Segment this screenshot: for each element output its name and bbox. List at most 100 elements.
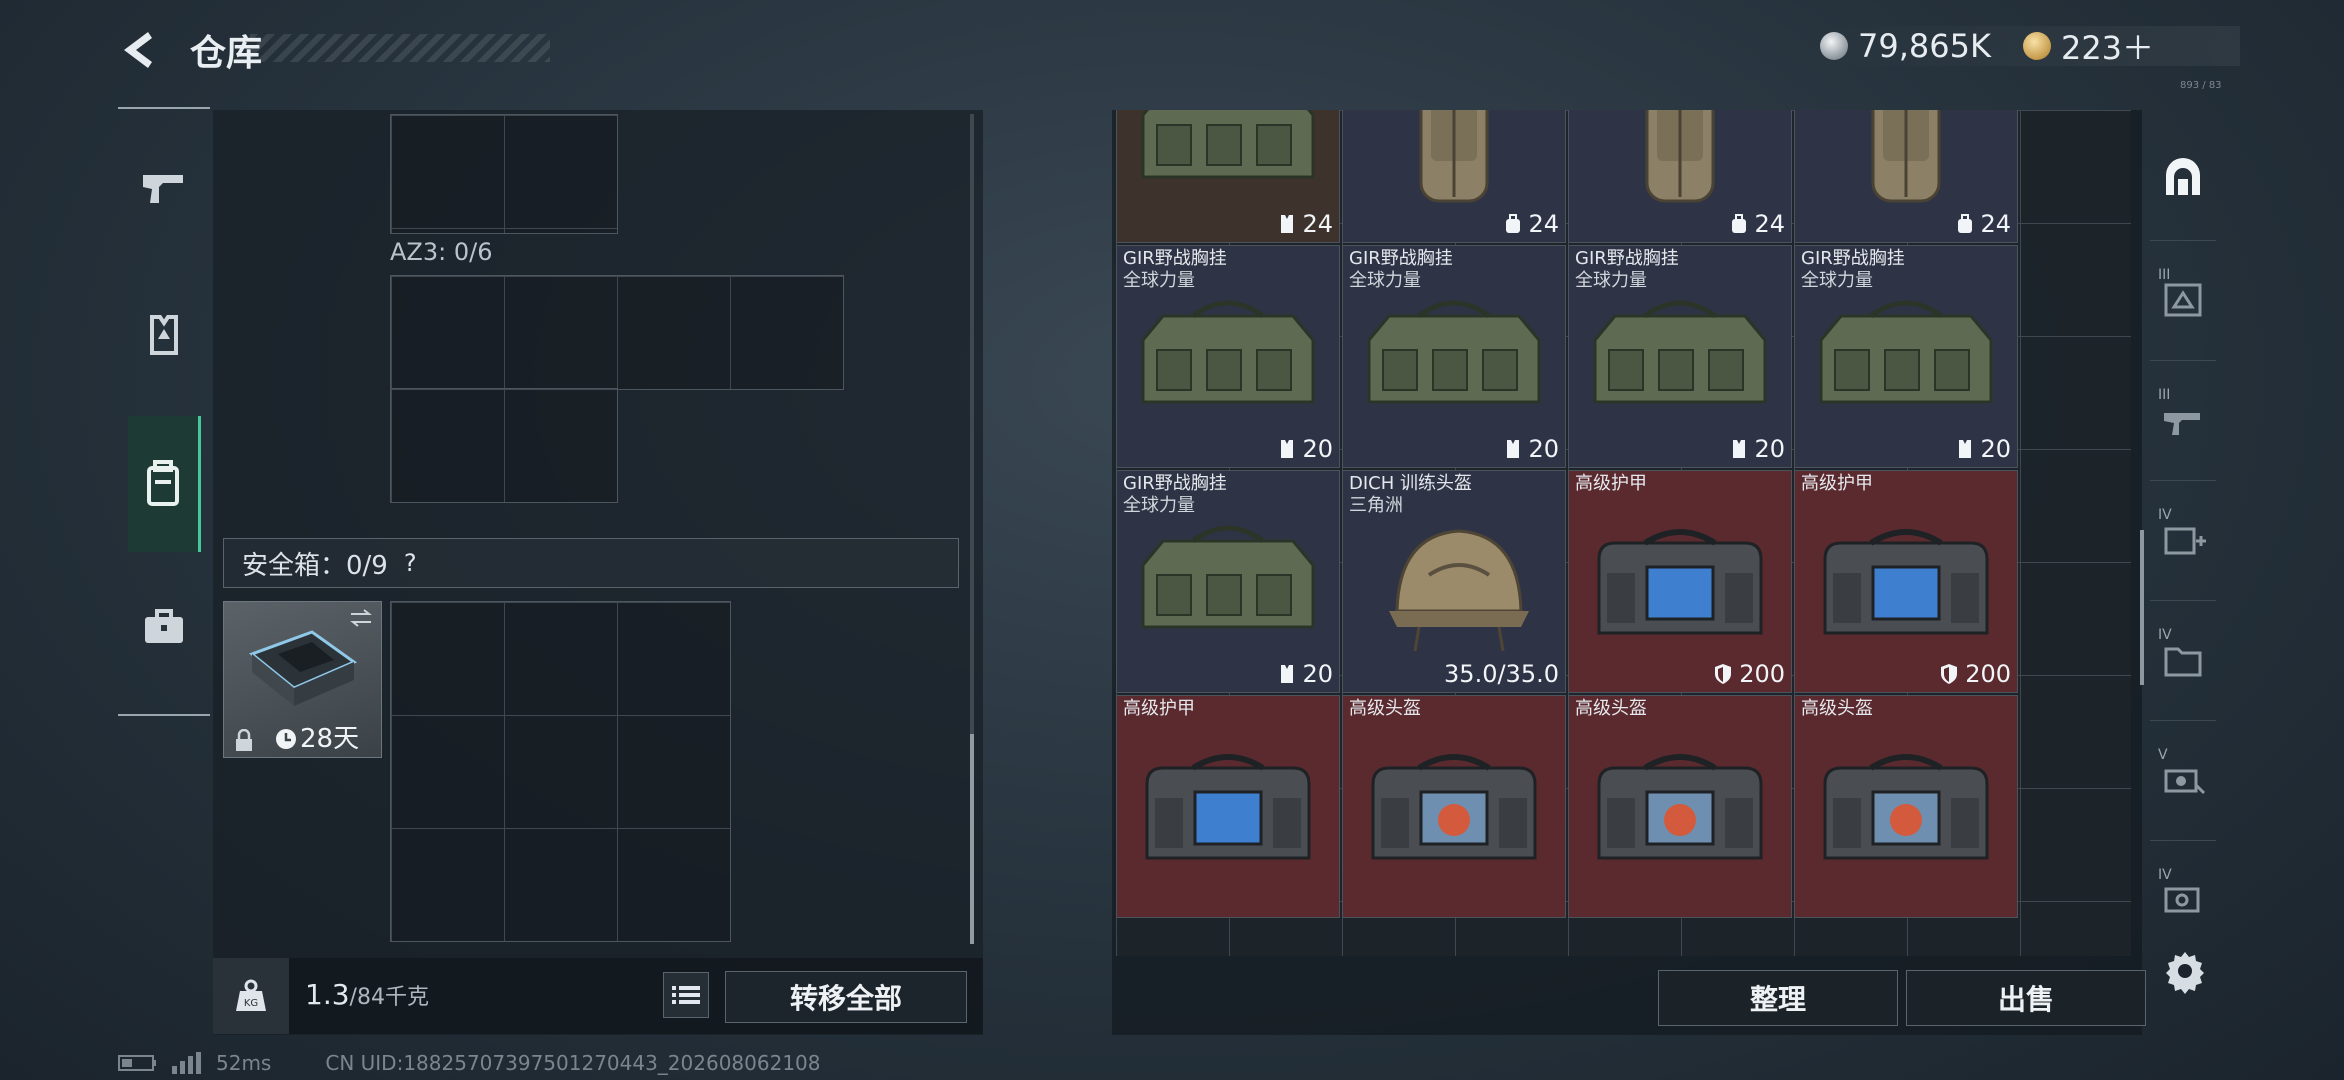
gold-currency-value[interactable]: 223＋: [2061, 23, 2154, 69]
status-bar: 52ms CN UID:18825707397501270443_2026080…: [118, 1050, 821, 1076]
vest-icon: [1281, 440, 1294, 458]
clock-icon: [276, 729, 296, 749]
inventory-item[interactable]: 高级护甲 200: [1794, 470, 2018, 693]
item-stat-value: 24: [1302, 210, 1333, 238]
vest-icon: [1507, 440, 1520, 458]
inventory-item[interactable]: GIR野战胸挂 全球力量 20: [1116, 470, 1340, 693]
right-nav-medical-category[interactable]: IV: [2148, 505, 2218, 575]
right-nav-ammo-category[interactable]: V: [2148, 745, 2218, 815]
item-image: [1141, 110, 1315, 179]
safe-help-button[interactable]: ?: [404, 549, 417, 577]
item-stat: 20: [1278, 660, 1333, 688]
item-name: 高级头盔: [1349, 698, 1421, 719]
ping-value: 52ms: [216, 1051, 272, 1075]
nav-separator: [2150, 720, 2216, 721]
item-stat-value: 35.0/35.0: [1444, 660, 1559, 688]
currency-bar: 79,865K 223＋: [1820, 23, 2240, 69]
safe-box-grid[interactable]: [390, 601, 731, 942]
backpack-small-icon: [1958, 214, 1973, 233]
title-decoration: [250, 34, 550, 62]
item-image: [1823, 529, 1989, 635]
nav-separator: [2150, 360, 2216, 361]
shield-icon: [1941, 664, 1958, 684]
safe-box-item[interactable]: 28天: [223, 601, 382, 758]
inventory-item[interactable]: 高级头盔: [1342, 695, 1566, 918]
weight-icon: KG: [236, 979, 266, 1011]
briefcase-icon: [145, 609, 183, 643]
nav-separator: [2150, 240, 2216, 241]
safe-box-label: 安全箱：0/9: [242, 550, 388, 581]
container-grid-top[interactable]: [390, 114, 618, 234]
right-nav-folder-category[interactable]: IV: [2148, 625, 2218, 695]
safe-box-header: 安全箱：0/9 ?: [223, 538, 959, 588]
inventory-scrollbar-thumb[interactable]: [2140, 530, 2144, 685]
inventory-grid[interactable]: DAR突击手胸挂全球力量24D2战术登山包三角洲24D2战术登山包三角洲24D2…: [1116, 110, 2131, 956]
silver-coin-icon: [1820, 32, 1848, 60]
inventory-item[interactable]: 高级护甲: [1116, 695, 1340, 918]
nav-armor[interactable]: [128, 299, 200, 371]
az3-grid-row1[interactable]: [390, 275, 844, 390]
inventory-item[interactable]: GIR野战胸挂 全球力量 20: [1116, 245, 1340, 468]
all-items-icon: [2166, 158, 2200, 195]
right-nav-all-items[interactable]: [2148, 145, 2218, 215]
item-name: 高级护甲: [1123, 698, 1195, 719]
settings-button[interactable]: [2162, 948, 2208, 994]
item-stat: 24: [1504, 210, 1559, 238]
inventory-item[interactable]: 高级护甲 200: [1568, 470, 1792, 693]
list-view-button[interactable]: [663, 972, 709, 1018]
inventory-footer: 整理 出售: [1112, 958, 2146, 1035]
right-nav-key-category[interactable]: IV: [2148, 865, 2218, 935]
item-image: [1645, 110, 1715, 203]
item-image: [1367, 300, 1541, 404]
storage-scrollbar[interactable]: [970, 114, 974, 944]
right-category-nav: III III IV IV V IV: [2148, 140, 2218, 930]
inventory-item[interactable]: 高级头盔: [1568, 695, 1792, 918]
transfer-all-button[interactable]: 转移全部: [725, 971, 967, 1023]
svg-text:KG: KG: [244, 998, 258, 1009]
inventory-item[interactable]: GIR野战胸挂 全球力量 20: [1794, 245, 2018, 468]
inventory-item[interactable]: D2战术登山包三角洲24: [1568, 110, 1792, 243]
safe-timer: 28天: [300, 724, 360, 754]
inventory-item[interactable]: GIR野战胸挂 全球力量 20: [1568, 245, 1792, 468]
back-button[interactable]: [118, 28, 162, 72]
inventory-item[interactable]: D2战术登山包三角洲24: [1794, 110, 2018, 243]
inventory-item[interactable]: DAR突击手胸挂全球力量24: [1116, 110, 1340, 243]
nav-backpack[interactable]: [128, 416, 201, 552]
item-name: 高级头盔: [1801, 698, 1873, 719]
pistol-icon: [143, 175, 183, 203]
inventory-panel: DAR突击手胸挂全球力量24D2战术登山包三角洲24D2战术登山包三角洲24D2…: [1112, 110, 2146, 1035]
item-image: [1371, 754, 1537, 860]
nav-briefcase[interactable]: [128, 591, 200, 663]
tier-label: V: [2158, 747, 2168, 763]
item-stat-value: 20: [1302, 660, 1333, 688]
inventory-item[interactable]: 高级头盔: [1794, 695, 2018, 918]
item-stat: 20: [1956, 435, 2011, 463]
sort-button[interactable]: 整理: [1658, 970, 1898, 1026]
item-faction: 全球力量: [1575, 270, 1647, 291]
vest-icon: [1281, 665, 1294, 683]
inventory-item[interactable]: DICH 训练头盔 三角洲 35.0/35.0: [1342, 470, 1566, 693]
inventory-item[interactable]: D2战术登山包三角洲24: [1342, 110, 1566, 243]
right-nav-weapon-category[interactable]: III: [2148, 385, 2218, 455]
inventory-item[interactable]: GIR野战胸挂 全球力量 20: [1342, 245, 1566, 468]
item-stat-value: 200: [1739, 660, 1785, 688]
item-stat: 20: [1730, 435, 1785, 463]
signal-icon: [172, 1052, 201, 1074]
item-faction: 全球力量: [1801, 270, 1873, 291]
weight-current: 1.3: [305, 978, 350, 1011]
item-name: 高级头盔: [1575, 698, 1647, 719]
vest-icon: [1733, 440, 1746, 458]
nav-weapons[interactable]: [128, 153, 200, 225]
az3-grid-row2[interactable]: [390, 388, 618, 503]
item-stat-value: 20: [1528, 435, 1559, 463]
sell-button[interactable]: 出售: [1906, 970, 2146, 1026]
item-stat-value: 20: [1980, 435, 2011, 463]
item-stat-value: 24: [1980, 210, 2011, 238]
right-nav-armor-category[interactable]: III: [2148, 265, 2218, 335]
swap-icon[interactable]: [349, 608, 373, 628]
item-name: GIR野战胸挂: [1123, 248, 1227, 269]
weight-lock-button[interactable]: KG: [213, 958, 289, 1034]
item-faction: 全球力量: [1123, 270, 1195, 291]
item-name: DICH 训练头盔: [1349, 473, 1472, 494]
gear-icon: [2166, 952, 2204, 994]
